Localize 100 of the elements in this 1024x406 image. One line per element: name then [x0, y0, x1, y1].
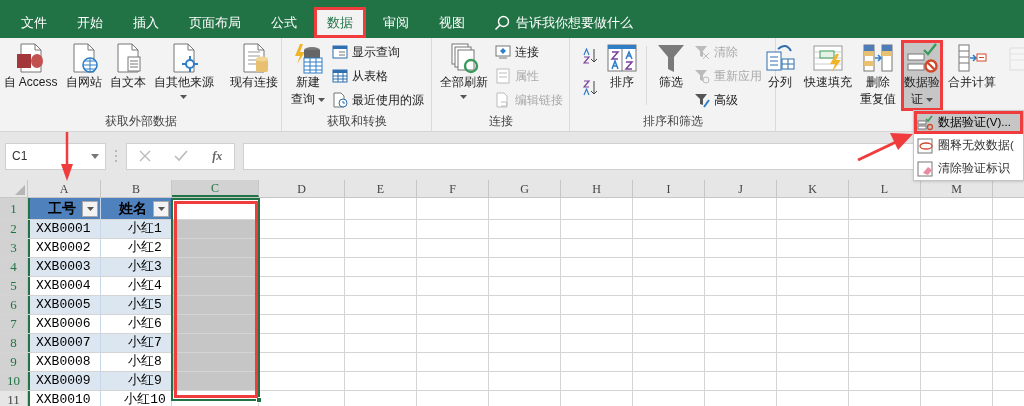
validation-check-icon: [917, 114, 933, 131]
reapply-filter-icon: [694, 68, 710, 84]
row-header[interactable]: 5: [0, 277, 28, 295]
table-cell: XXB0001: [28, 220, 101, 238]
grip-icon: [114, 149, 118, 163]
ribbon-tab[interactable]: 审阅: [370, 7, 422, 38]
ribbon-button[interactable]: 高级: [692, 89, 764, 111]
advanced-filter-icon: [694, 92, 710, 108]
row-header[interactable]: 2: [0, 220, 28, 238]
table-cell: 小红3: [101, 258, 172, 276]
fill-handle[interactable]: [256, 397, 262, 403]
column-header[interactable]: F: [417, 180, 489, 197]
select-all-icon: [15, 185, 25, 195]
ribbon-button[interactable]: 自文本: [106, 40, 149, 112]
menu-item[interactable]: 清除验证标识: [914, 157, 1023, 180]
row-header[interactable]: 3: [0, 239, 28, 257]
ribbon-tab[interactable]: 数据: [314, 7, 366, 38]
ribbon-button[interactable]: 筛选: [652, 40, 690, 112]
ribbon-button[interactable]: 合并计算: [945, 40, 999, 112]
ribbon-tab[interactable]: 开始: [64, 7, 116, 38]
flash-fill-icon: [812, 42, 844, 74]
clear-filter-icon: [694, 44, 710, 60]
table-cell: 小红7: [101, 334, 172, 352]
caret-icon: [157, 206, 165, 211]
ribbon-button[interactable]: 最近使用的源: [329, 89, 426, 111]
eraser-table-icon: [917, 160, 933, 177]
row-header[interactable]: 1: [0, 198, 28, 219]
ribbon-tab[interactable]: 公式: [258, 7, 310, 38]
search-placeholder: 告诉我你想要做什么: [516, 13, 633, 32]
ribbon-tab[interactable]: 文件: [8, 7, 60, 38]
row-header[interactable]: 6: [0, 296, 28, 314]
check-icon: [174, 150, 189, 162]
ribbon-button[interactable]: 自网站: [62, 40, 105, 112]
column-header[interactable]: C: [172, 180, 259, 197]
sort-ascending-icon: [583, 48, 599, 64]
ribbon-button[interactable]: 新建 查询: [287, 40, 328, 112]
row-header[interactable]: 4: [0, 258, 28, 276]
ribbon-button[interactable]: 现有连接: [226, 40, 281, 112]
search-icon: [494, 14, 510, 31]
ribbon-tab[interactable]: 插入: [120, 7, 172, 38]
row-header[interactable]: 11: [0, 391, 28, 406]
ribbon-button[interactable]: 自 Access: [0, 40, 61, 112]
menu-item[interactable]: 数据验证(V)...: [914, 111, 1023, 134]
ribbon-button[interactable]: 自其他来源: [150, 40, 217, 112]
column-header[interactable]: K: [777, 180, 849, 197]
table-cell: 小红1: [101, 220, 172, 238]
properties-icon: [494, 68, 511, 84]
filter-button[interactable]: [153, 200, 169, 217]
query-window-icon: [331, 44, 348, 60]
ribbon-button[interactable]: 显示查询: [329, 41, 426, 63]
ribbon-button[interactable]: 从表格: [329, 65, 426, 87]
table-cell: XXB0008: [28, 353, 101, 371]
table-cell: XXB0004: [28, 277, 101, 295]
consolidate-icon: [956, 42, 988, 74]
menu-item[interactable]: 圈释无效数据(: [914, 134, 1023, 157]
column-header[interactable]: E: [345, 180, 417, 197]
caret-icon: [86, 206, 94, 211]
search-field[interactable]: 告诉我你想要做什么: [494, 7, 633, 38]
row-header[interactable]: 8: [0, 334, 28, 352]
sort-descending-icon: [583, 80, 599, 96]
ribbon-button[interactable]: 分列: [761, 40, 799, 112]
table-cell: 小红9: [101, 372, 172, 390]
circle-table-icon: [917, 137, 933, 154]
column-header[interactable]: D: [259, 180, 345, 197]
group-label: 排序和筛选: [642, 113, 703, 131]
ribbon-tab[interactable]: 视图: [426, 7, 478, 38]
close-icon: [138, 150, 151, 162]
column-header[interactable]: H: [561, 180, 633, 197]
sort-az-icon: [606, 42, 638, 74]
table-cell: 姓名: [101, 198, 172, 219]
name-box[interactable]: C1: [5, 142, 106, 170]
ribbon-tab[interactable]: 页面布局: [176, 7, 254, 38]
split-columns-icon: [764, 42, 796, 74]
connections-icon: [494, 44, 511, 60]
table-cell: XXB0005: [28, 296, 101, 314]
ribbon-button[interactable]: 排序: [603, 40, 641, 112]
group-label: 连接: [488, 113, 513, 131]
ribbon-button[interactable]: 数据验 证: [901, 40, 943, 112]
column-header[interactable]: J: [705, 180, 777, 197]
insert-function-button[interactable]: fx: [212, 147, 223, 165]
ribbon-button[interactable]: 全部刷新: [436, 40, 491, 112]
ribbon-button[interactable]: 快速填充: [801, 40, 855, 112]
ribbon-button[interactable]: 删除 重复值: [857, 40, 899, 112]
column-header[interactable]: G: [489, 180, 561, 197]
table-icon: [331, 68, 348, 84]
caret-icon: [91, 153, 99, 159]
row-header[interactable]: 10: [0, 372, 28, 390]
column-header[interactable]: I: [633, 180, 705, 197]
document-clock-icon: [331, 92, 348, 108]
filter-button[interactable]: [82, 200, 98, 217]
validation-check-icon: [906, 42, 938, 74]
row-header[interactable]: 9: [0, 353, 28, 371]
table-cell: XXB0003: [28, 258, 101, 276]
group-label: 获取外部数据: [104, 113, 177, 131]
table-cell: XXB0006: [28, 315, 101, 333]
ribbon-button[interactable]: 连接: [492, 41, 565, 63]
table-cell: XXB0002: [28, 239, 101, 257]
table-cell: XXB0009: [28, 372, 101, 390]
filter-funnel-icon: [655, 42, 687, 74]
row-header[interactable]: 7: [0, 315, 28, 333]
